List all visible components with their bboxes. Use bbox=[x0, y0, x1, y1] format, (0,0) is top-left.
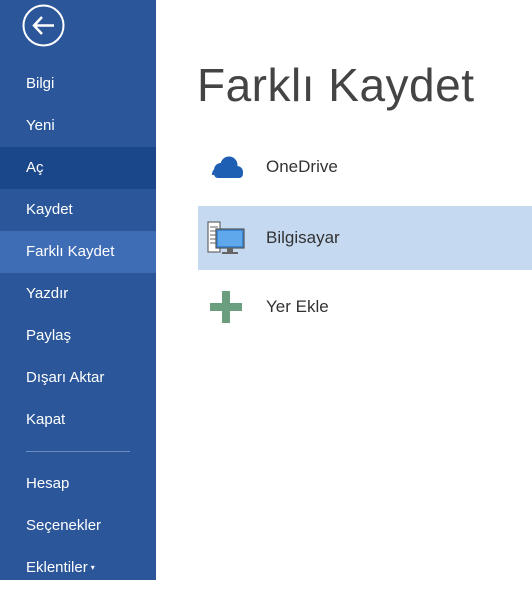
place-add-location[interactable]: Yer Ekle bbox=[198, 275, 532, 339]
nav-item-account[interactable]: Hesap bbox=[0, 463, 156, 505]
save-as-panel: Farklı Kaydet OneDrive Bilgisayar Yer Ek… bbox=[156, 0, 532, 580]
nav-item-close[interactable]: Kapat bbox=[0, 399, 156, 441]
nav-item-options[interactable]: Seçenekler bbox=[0, 505, 156, 547]
nav-item-save[interactable]: Kaydet bbox=[0, 189, 156, 231]
page-title: Farklı Kaydet bbox=[197, 59, 475, 111]
place-onedrive[interactable]: OneDrive bbox=[198, 135, 532, 199]
sidebar-divider bbox=[26, 451, 130, 452]
computer-icon bbox=[207, 221, 245, 254]
place-label: Yer Ekle bbox=[266, 297, 329, 316]
nav-item-export[interactable]: Dışarı Aktar bbox=[0, 357, 156, 399]
chevron-down-icon: ▾ bbox=[90, 563, 95, 573]
nav-item-add-ins-label: Eklentiler bbox=[26, 559, 88, 576]
place-label: OneDrive bbox=[266, 157, 338, 176]
nav-item-save-as[interactable]: Farklı Kaydet bbox=[0, 231, 156, 273]
place-label: Bilgisayar bbox=[266, 228, 340, 247]
nav-item-share[interactable]: Paylaş bbox=[0, 315, 156, 357]
back-button[interactable] bbox=[22, 4, 65, 47]
backstage-sidebar: Bilgi Yeni Aç Kaydet Farklı Kaydet Yazdı… bbox=[0, 0, 156, 580]
back-arrow-icon bbox=[22, 4, 65, 47]
place-computer[interactable]: Bilgisayar bbox=[198, 206, 532, 270]
plus-icon bbox=[210, 291, 242, 323]
nav-item-open[interactable]: Aç bbox=[0, 147, 156, 189]
nav-item-print[interactable]: Yazdır bbox=[0, 273, 156, 315]
cloud-icon bbox=[212, 156, 243, 178]
nav-item-add-ins[interactable]: Eklentiler ▾ bbox=[0, 547, 156, 589]
nav-item-info[interactable]: Bilgi bbox=[0, 63, 156, 105]
nav-item-new[interactable]: Yeni bbox=[0, 105, 156, 147]
